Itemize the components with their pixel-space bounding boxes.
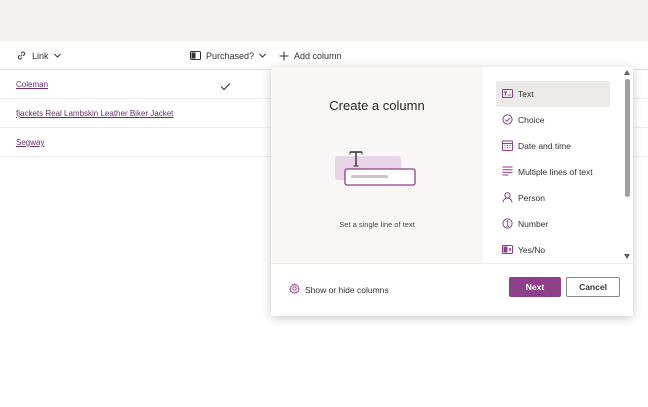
column-type-person[interactable]: Person: [496, 185, 610, 211]
add-column-label: Add column: [294, 50, 342, 61]
text-field-illustration: [335, 149, 417, 194]
choice-icon: [502, 113, 513, 127]
column-type-description: Set a single line of text: [339, 220, 415, 229]
column-type-label: Multiple lines of text: [518, 167, 593, 177]
link-icon: [16, 50, 27, 61]
column-header-link[interactable]: Link: [16, 41, 61, 70]
footer-divider: [271, 263, 633, 264]
cancel-button[interactable]: Cancel: [566, 277, 620, 297]
column-type-date-time[interactable]: Date and time: [496, 133, 610, 159]
column-header-purchased-label: Purchased?: [206, 50, 255, 61]
chevron-down-icon: [53, 53, 61, 58]
create-column-panel: Create a column Set a single line of tex…: [271, 67, 633, 316]
text-icon: [502, 88, 513, 100]
column-type-label: Number: [518, 219, 549, 229]
column-type-label: Date and time: [518, 141, 571, 151]
column-header-link-label: Link: [32, 50, 49, 61]
yes-no-icon: [502, 244, 513, 256]
column-type-text[interactable]: Text: [496, 81, 610, 107]
plus-icon: [279, 51, 289, 61]
gear-icon: [289, 283, 300, 296]
row-link[interactable]: Segway: [16, 128, 44, 157]
checkmark-icon: [220, 78, 231, 96]
column-type-label: Text: [518, 89, 534, 99]
column-type-yes-no[interactable]: Yes/No: [496, 237, 610, 263]
row-link[interactable]: Coleman: [16, 70, 48, 99]
next-button[interactable]: Next: [509, 277, 561, 297]
column-type-list: Text Choice Date and time Multiple lines…: [496, 81, 612, 263]
type-list-scrollbar[interactable]: [621, 67, 633, 263]
top-bar: [0, 0, 648, 41]
show-hide-columns-button[interactable]: Show or hide columns: [289, 281, 389, 298]
column-type-label: Choice: [518, 115, 545, 125]
add-column-button[interactable]: Add column: [279, 41, 342, 70]
column-type-label: Person: [518, 193, 545, 203]
column-type-multiple-lines[interactable]: Multiple lines of text: [496, 159, 610, 185]
number-icon: [502, 217, 513, 231]
column-type-choice[interactable]: Choice: [496, 107, 610, 133]
calendar-icon: [502, 140, 513, 153]
scroll-down-icon[interactable]: [624, 254, 630, 259]
column-type-label: Yes/No: [518, 245, 546, 255]
yes-no-icon: [190, 51, 201, 60]
person-icon: [502, 191, 513, 205]
scrollbar-thumb[interactable]: [625, 79, 630, 197]
panel-title: Create a column: [329, 98, 425, 113]
column-preview-pane: Create a column Set a single line of tex…: [271, 67, 483, 263]
list-header-row: Link Purchased? Add column: [0, 41, 648, 70]
show-hide-columns-label: Show or hide columns: [305, 284, 389, 295]
multiline-icon: [502, 166, 513, 178]
column-header-purchased[interactable]: Purchased?: [190, 41, 266, 70]
row-link[interactable]: fjackets Real Lambskin Leather Biker Jac…: [16, 99, 173, 128]
column-type-number[interactable]: Number: [496, 211, 610, 237]
scroll-up-icon[interactable]: [624, 70, 630, 75]
chevron-down-icon: [259, 53, 266, 58]
